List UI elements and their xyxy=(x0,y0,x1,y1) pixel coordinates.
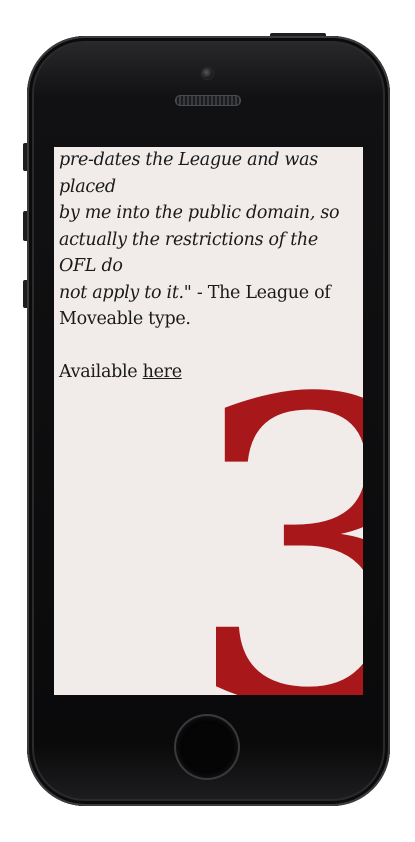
quote-line-3: actually the restrictions of the OFL do xyxy=(59,229,318,277)
quote-line-1: pre-dates the League and was placed xyxy=(59,150,318,197)
attribution-part2: Moveable type. xyxy=(59,309,191,329)
big-numeral: 3 xyxy=(184,312,363,696)
quote-line-2: by me into the public domain, so xyxy=(59,203,340,223)
download-link[interactable]: here xyxy=(143,362,182,382)
available-line: Available here xyxy=(59,359,359,386)
earpiece-speaker-icon xyxy=(175,95,241,106)
home-button-icon[interactable] xyxy=(176,716,238,778)
phone-screen: 3 pre-dates the League and was placed by… xyxy=(54,147,363,695)
quote-line-4: not apply to it." xyxy=(59,282,192,303)
available-label: Available xyxy=(59,361,143,382)
front-camera-icon xyxy=(202,68,213,79)
stage: 3 pre-dates the League and was placed by… xyxy=(0,0,415,842)
article-content: pre-dates the League and was placed by m… xyxy=(59,147,359,385)
quote-paragraph: pre-dates the League and was placed by m… xyxy=(59,147,359,333)
attribution-part1: - The League of xyxy=(191,282,331,303)
